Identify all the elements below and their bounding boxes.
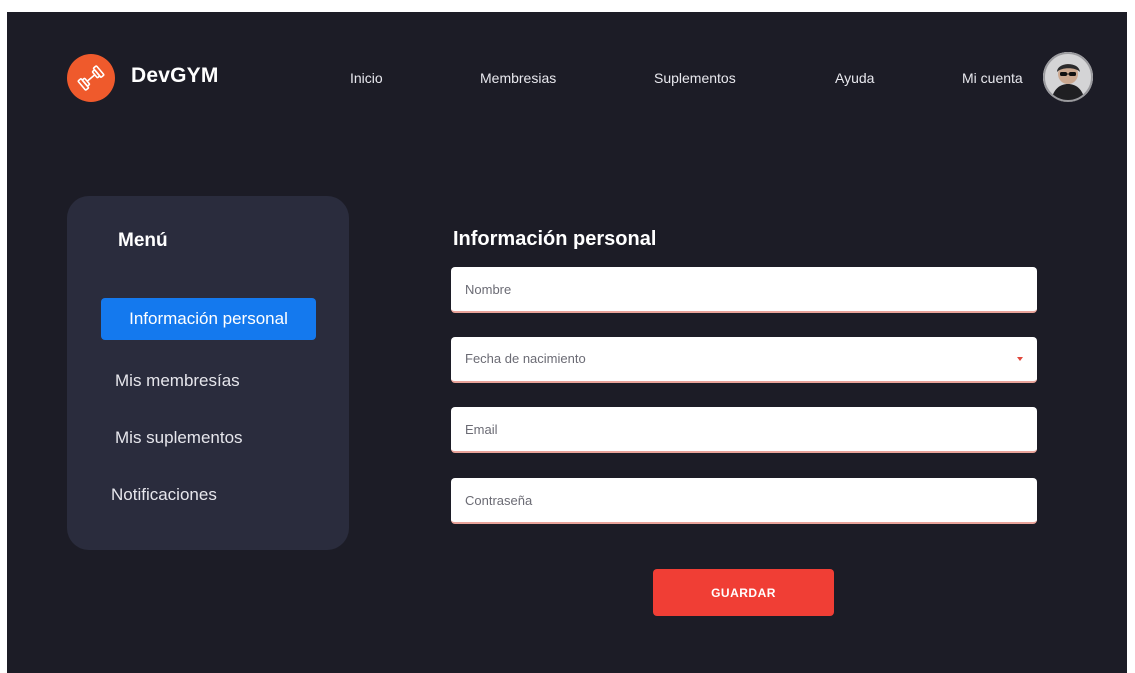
sidebar-item-mis-membresias[interactable]: Mis membresías <box>115 371 240 391</box>
password-input[interactable] <box>451 478 1037 522</box>
name-input[interactable] <box>451 267 1037 311</box>
form-title: Información personal <box>453 228 657 250</box>
sidebar-item-mis-suplementos[interactable]: Mis suplementos <box>115 428 243 448</box>
save-button[interactable]: GUARDAR <box>653 569 834 616</box>
caret-down-icon <box>1017 357 1023 361</box>
sidebar-item-notificaciones[interactable]: Notificaciones <box>111 485 217 505</box>
nav-item-membresias[interactable]: Membresias <box>480 70 556 86</box>
brand-name[interactable]: DevGYM <box>131 64 219 88</box>
birthdate-label: Fecha de nacimiento <box>465 351 586 366</box>
email-field <box>451 407 1037 453</box>
sidebar-item-informacion-personal[interactable]: Información personal <box>101 298 316 340</box>
sidebar-menu: Menú Información personal Mis membresías… <box>67 196 349 550</box>
nav-item-inicio[interactable]: Inicio <box>350 70 383 86</box>
menu-title: Menú <box>118 230 168 251</box>
nav-item-ayuda[interactable]: Ayuda <box>835 70 874 86</box>
user-avatar[interactable] <box>1043 52 1093 102</box>
password-field <box>451 478 1037 524</box>
app-window: DevGYM Inicio Membresias Suplementos Ayu… <box>7 12 1127 673</box>
name-field <box>451 267 1037 313</box>
nav-item-suplementos[interactable]: Suplementos <box>654 70 736 86</box>
nav-item-mi-cuenta[interactable]: Mi cuenta <box>962 70 1023 86</box>
birthdate-select[interactable]: Fecha de nacimiento <box>451 337 1037 383</box>
email-input[interactable] <box>451 407 1037 451</box>
dumbbell-icon[interactable] <box>67 54 115 102</box>
